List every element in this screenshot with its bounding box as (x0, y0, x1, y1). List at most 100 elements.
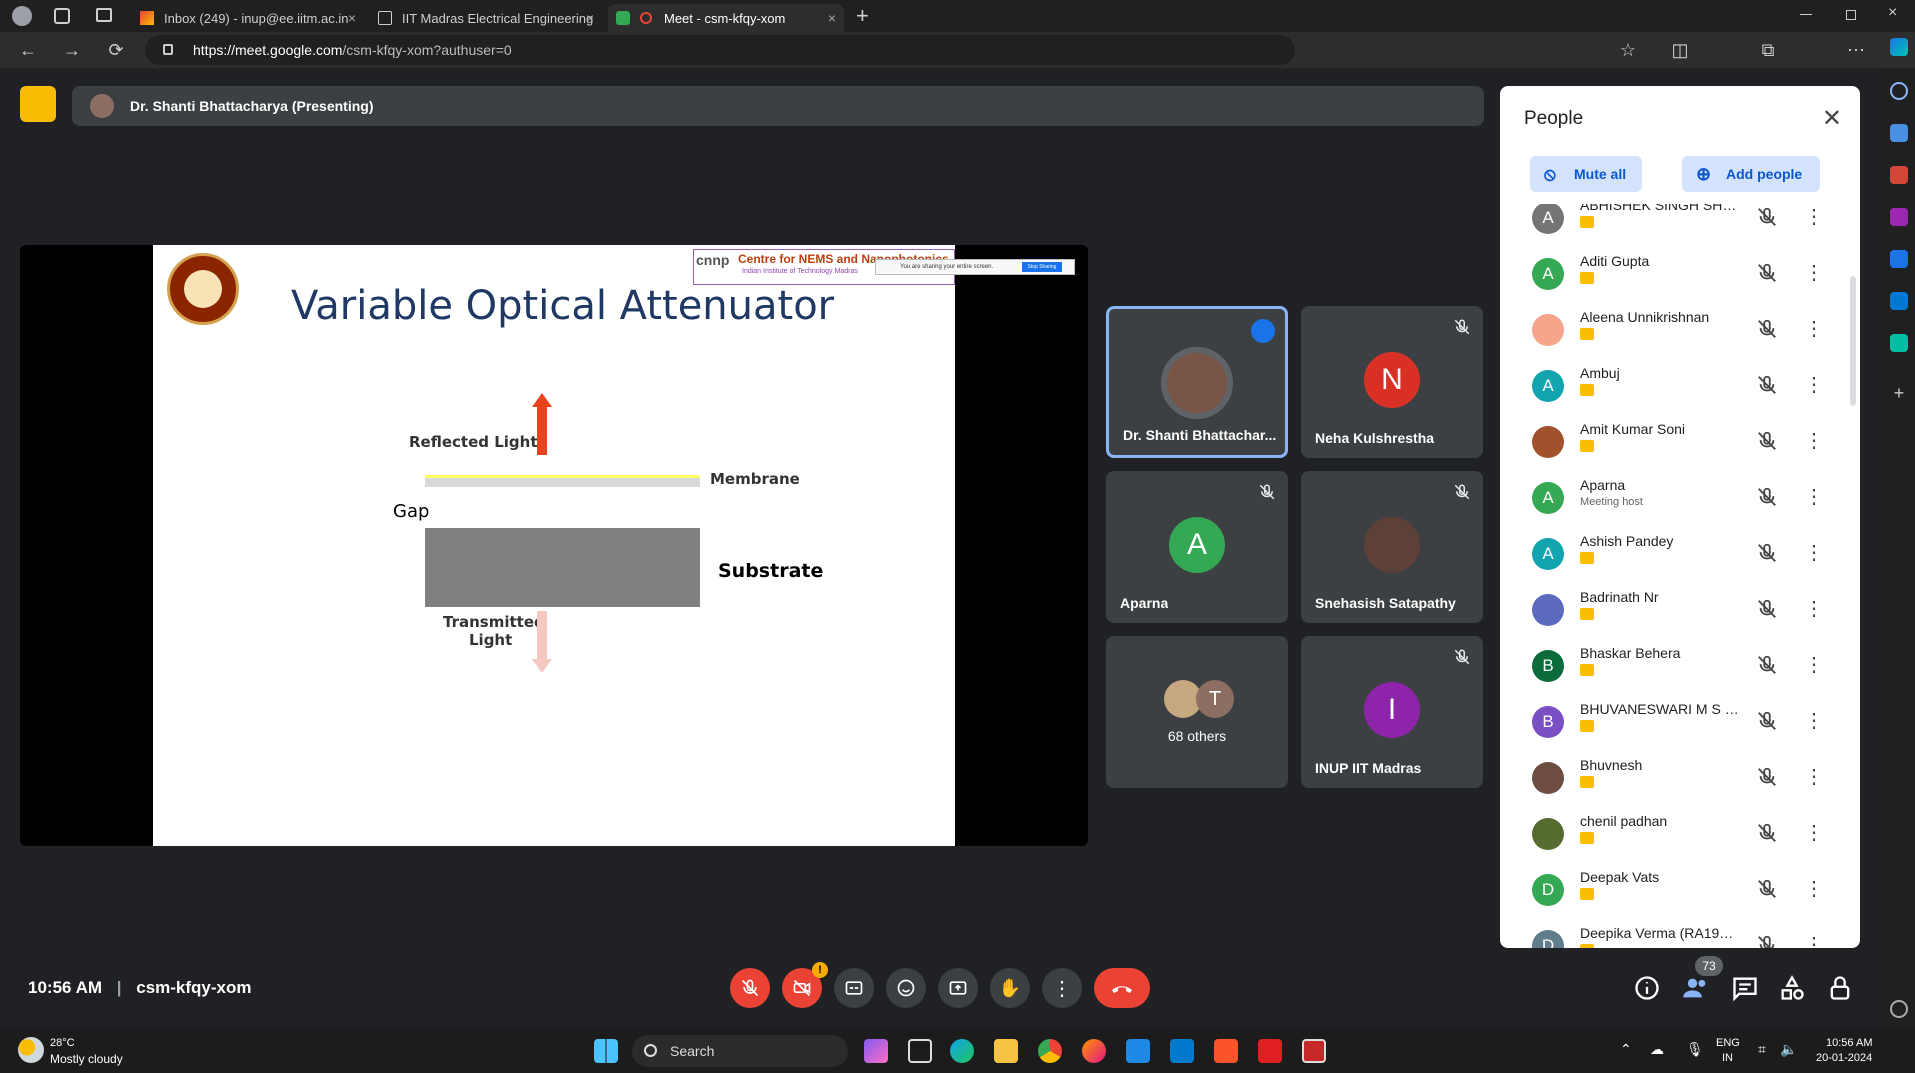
list-item[interactable]: B BHUVANESWARI M S (R... ⋮ (1500, 696, 1860, 752)
copilot-icon[interactable] (1890, 38, 1908, 56)
participant-tile[interactable]: I INUP IIT Madras (1301, 636, 1483, 788)
split-screen-icon[interactable]: ◫ (1668, 38, 1692, 62)
workspaces-icon[interactable] (54, 8, 70, 24)
edge-icon[interactable] (950, 1039, 974, 1063)
list-item[interactable]: A Aditi Gupta ⋮ (1500, 248, 1860, 304)
more-vert-icon[interactable]: ⋮ (1804, 370, 1824, 400)
onedrive-icon[interactable]: ☁ (1650, 1041, 1664, 1058)
weather-icon[interactable] (18, 1037, 44, 1063)
more-vert-icon[interactable]: ⋮ (1804, 930, 1824, 948)
leave-call-button[interactable] (1094, 968, 1150, 1008)
close-icon[interactable]: × (348, 10, 356, 26)
outlook-icon[interactable] (1890, 292, 1908, 310)
firefox-icon[interactable] (1082, 1039, 1106, 1063)
copilot-icon[interactable] (864, 1039, 888, 1063)
stop-sharing-button[interactable]: Stop Sharing (1022, 262, 1062, 272)
list-item[interactable]: chenil padhan ⋮ (1500, 808, 1860, 864)
more-vert-icon[interactable]: ⋮ (1804, 650, 1824, 680)
tab-gmail[interactable]: Inbox (249) - inup@ee.iitm.ac.in × (132, 4, 364, 32)
vscode-icon[interactable] (1170, 1039, 1194, 1063)
more-vert-icon[interactable]: ⋮ (1804, 482, 1824, 512)
mic-off-icon[interactable] (1756, 710, 1778, 732)
more-icon[interactable]: ⋯ (1844, 38, 1868, 62)
more-options-button[interactable]: ⋮ (1042, 968, 1082, 1008)
windows-start-icon[interactable] (594, 1039, 618, 1063)
favorites-icon[interactable]: ☆ (1616, 38, 1640, 62)
tray-time[interactable]: 10:56 AM (1826, 1037, 1872, 1049)
list-item[interactable]: A Aparna Meeting host ⋮ (1500, 472, 1860, 528)
network-icon[interactable]: ⌗ (1758, 1041, 1766, 1058)
raise-hand-button[interactable]: ✋ (990, 968, 1030, 1008)
volume-icon[interactable]: 🔈 (1780, 1041, 1797, 1058)
tools-icon[interactable] (1890, 166, 1908, 184)
list-item[interactable]: D Deepak Vats ⋮ (1500, 864, 1860, 920)
games-icon[interactable] (1890, 208, 1908, 226)
more-vert-icon[interactable]: ⋮ (1804, 204, 1824, 232)
more-vert-icon[interactable]: ⋮ (1804, 818, 1824, 848)
drop-icon[interactable] (1890, 334, 1908, 352)
list-item[interactable]: Amit Kumar Soni ⋮ (1500, 416, 1860, 472)
reactions-button[interactable] (886, 968, 926, 1008)
mute-all-button[interactable]: ⦸ Mute all (1530, 156, 1642, 192)
present-screen-button[interactable] (938, 968, 978, 1008)
acrobat-icon[interactable] (1258, 1039, 1282, 1063)
add-people-button[interactable]: ⊕ Add people (1682, 156, 1820, 192)
tab-meet[interactable]: Meet - csm-kfqy-xom × (608, 4, 844, 32)
present-icon[interactable] (20, 86, 56, 122)
add-icon[interactable]: + (1890, 384, 1908, 402)
participant-tile[interactable]: N Neha Kulshrestha (1301, 306, 1483, 458)
participant-tile[interactable]: Snehasish Satapathy (1301, 471, 1483, 623)
mic-off-icon[interactable] (1756, 430, 1778, 452)
collections-icon[interactable]: ⧉ (1756, 38, 1780, 62)
window-close-button[interactable]: × (1888, 4, 1897, 22)
chrome-icon[interactable] (1038, 1039, 1062, 1063)
meeting-info-icon[interactable] (1633, 974, 1661, 1002)
more-vert-icon[interactable]: ⋮ (1804, 314, 1824, 344)
shopping-icon[interactable] (1890, 124, 1908, 142)
file-explorer-icon[interactable] (994, 1039, 1018, 1063)
more-vert-icon[interactable]: ⋮ (1804, 594, 1824, 624)
others-tile[interactable]: T 68 others (1106, 636, 1288, 788)
recorder-icon[interactable] (1302, 1039, 1326, 1063)
store-icon[interactable] (1126, 1039, 1150, 1063)
mic-tray-icon[interactable]: 🎙 (1686, 1041, 1704, 1058)
people-icon[interactable] (1682, 974, 1710, 1002)
more-vert-icon[interactable]: ⋮ (1804, 762, 1824, 792)
list-item[interactable]: A ABHISHEK SINGH SHEK... ⋮ (1500, 204, 1860, 248)
task-view-icon[interactable] (908, 1039, 932, 1063)
list-item[interactable]: Badrinath Nr ⋮ (1500, 584, 1860, 640)
mic-off-icon[interactable] (1756, 486, 1778, 508)
more-vert-icon[interactable]: ⋮ (1804, 426, 1824, 456)
lang-in[interactable]: IN (1722, 1052, 1733, 1064)
more-vert-icon[interactable]: ⋮ (1804, 706, 1824, 736)
copilot-sidebar-icon[interactable] (1890, 250, 1908, 268)
mic-off-icon[interactable] (1756, 374, 1778, 396)
captions-button[interactable] (834, 968, 874, 1008)
lang-eng[interactable]: ENG (1716, 1037, 1740, 1049)
window-restore-button[interactable] (1846, 10, 1856, 20)
more-vert-icon[interactable]: ⋮ (1804, 258, 1824, 288)
close-icon[interactable]: × (586, 10, 594, 26)
new-tab-button[interactable]: + (856, 3, 869, 29)
camera-toggle-button[interactable]: ! (782, 962, 828, 1008)
activities-icon[interactable] (1778, 974, 1806, 1002)
mic-off-icon[interactable] (1756, 822, 1778, 844)
scrollbar[interactable] (1850, 276, 1856, 406)
mic-off-icon[interactable] (1756, 542, 1778, 564)
close-icon[interactable]: ✕ (1822, 104, 1842, 133)
refresh-button[interactable]: ⟳ (104, 38, 128, 62)
url-field[interactable]: https://meet.google.com/csm-kfqy-xom?aut… (145, 35, 1295, 65)
close-icon[interactable]: × (828, 10, 836, 26)
chat-icon[interactable] (1731, 974, 1759, 1002)
forward-button[interactable]: → (60, 38, 84, 62)
taskbar-search[interactable]: Search (632, 1035, 848, 1067)
mic-off-icon[interactable] (1756, 598, 1778, 620)
profile-icon[interactable] (12, 6, 32, 26)
brave-icon[interactable] (1214, 1039, 1238, 1063)
list-item[interactable]: A Ashish Pandey ⋮ (1500, 528, 1860, 584)
tray-date[interactable]: 20-01-2024 (1816, 1052, 1872, 1064)
participant-tile[interactable]: Dr. Shanti Bhattachar... (1106, 306, 1288, 458)
more-vert-icon[interactable]: ⋮ (1804, 874, 1824, 904)
list-item[interactable]: A Ambuj ⋮ (1500, 360, 1860, 416)
host-controls-icon[interactable] (1826, 974, 1854, 1002)
